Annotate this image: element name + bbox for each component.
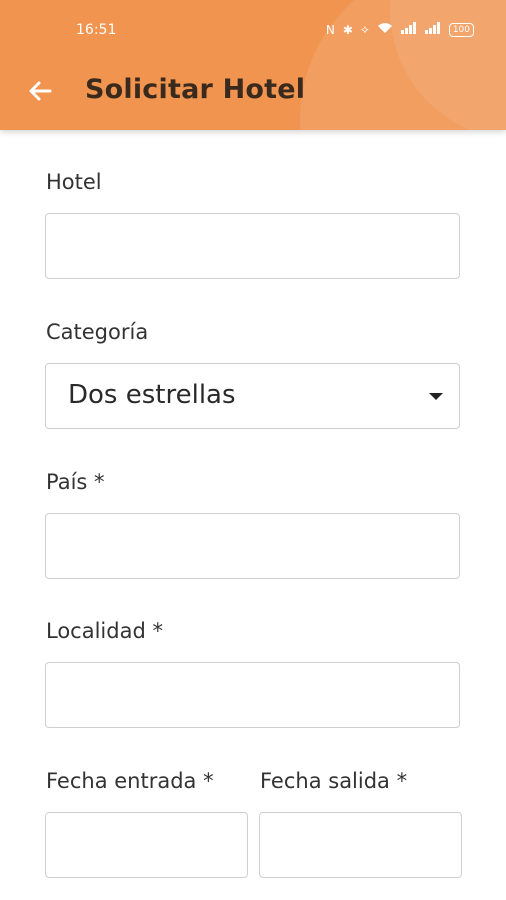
hotel-label: Hotel: [46, 170, 102, 194]
wifi-icon: [377, 22, 393, 37]
pais-label: País *: [46, 470, 105, 494]
categoria-select[interactable]: Dos estrellas: [45, 363, 460, 429]
bluetooth-icon: ✱: [342, 22, 353, 37]
categoria-selected-value: Dos estrellas: [68, 380, 236, 410]
hotel-input[interactable]: [45, 213, 460, 279]
fecha-salida-label: Fecha salida *: [260, 769, 408, 793]
dropdown-arrow-icon: [429, 393, 443, 400]
status-time: 16:51: [76, 22, 117, 38]
signal-icon: [400, 22, 417, 37]
app-bar: 16:51 N ✱ ⟡ 100 Solicitar Hotel: [0, 0, 506, 130]
vibrate-icon: ⟡: [360, 22, 369, 36]
battery-icon: 100: [448, 22, 474, 37]
categoria-label: Categoría: [46, 320, 149, 344]
localidad-label: Localidad *: [46, 619, 163, 643]
status-bar: 16:51 N ✱ ⟡ 100: [0, 18, 506, 46]
pais-input[interactable]: [45, 513, 460, 579]
localidad-input[interactable]: [45, 662, 460, 728]
back-button[interactable]: [26, 76, 56, 106]
fecha-salida-input[interactable]: [259, 812, 462, 878]
nfc-icon: N: [325, 22, 335, 37]
arrow-left-icon: [29, 81, 52, 101]
page-title: Solicitar Hotel: [85, 74, 306, 105]
status-icons: N ✱ ⟡ 100: [326, 22, 474, 37]
fecha-entrada-label: Fecha entrada *: [46, 769, 214, 793]
fecha-entrada-input[interactable]: [45, 812, 248, 878]
signal-icon-2: [424, 22, 441, 37]
